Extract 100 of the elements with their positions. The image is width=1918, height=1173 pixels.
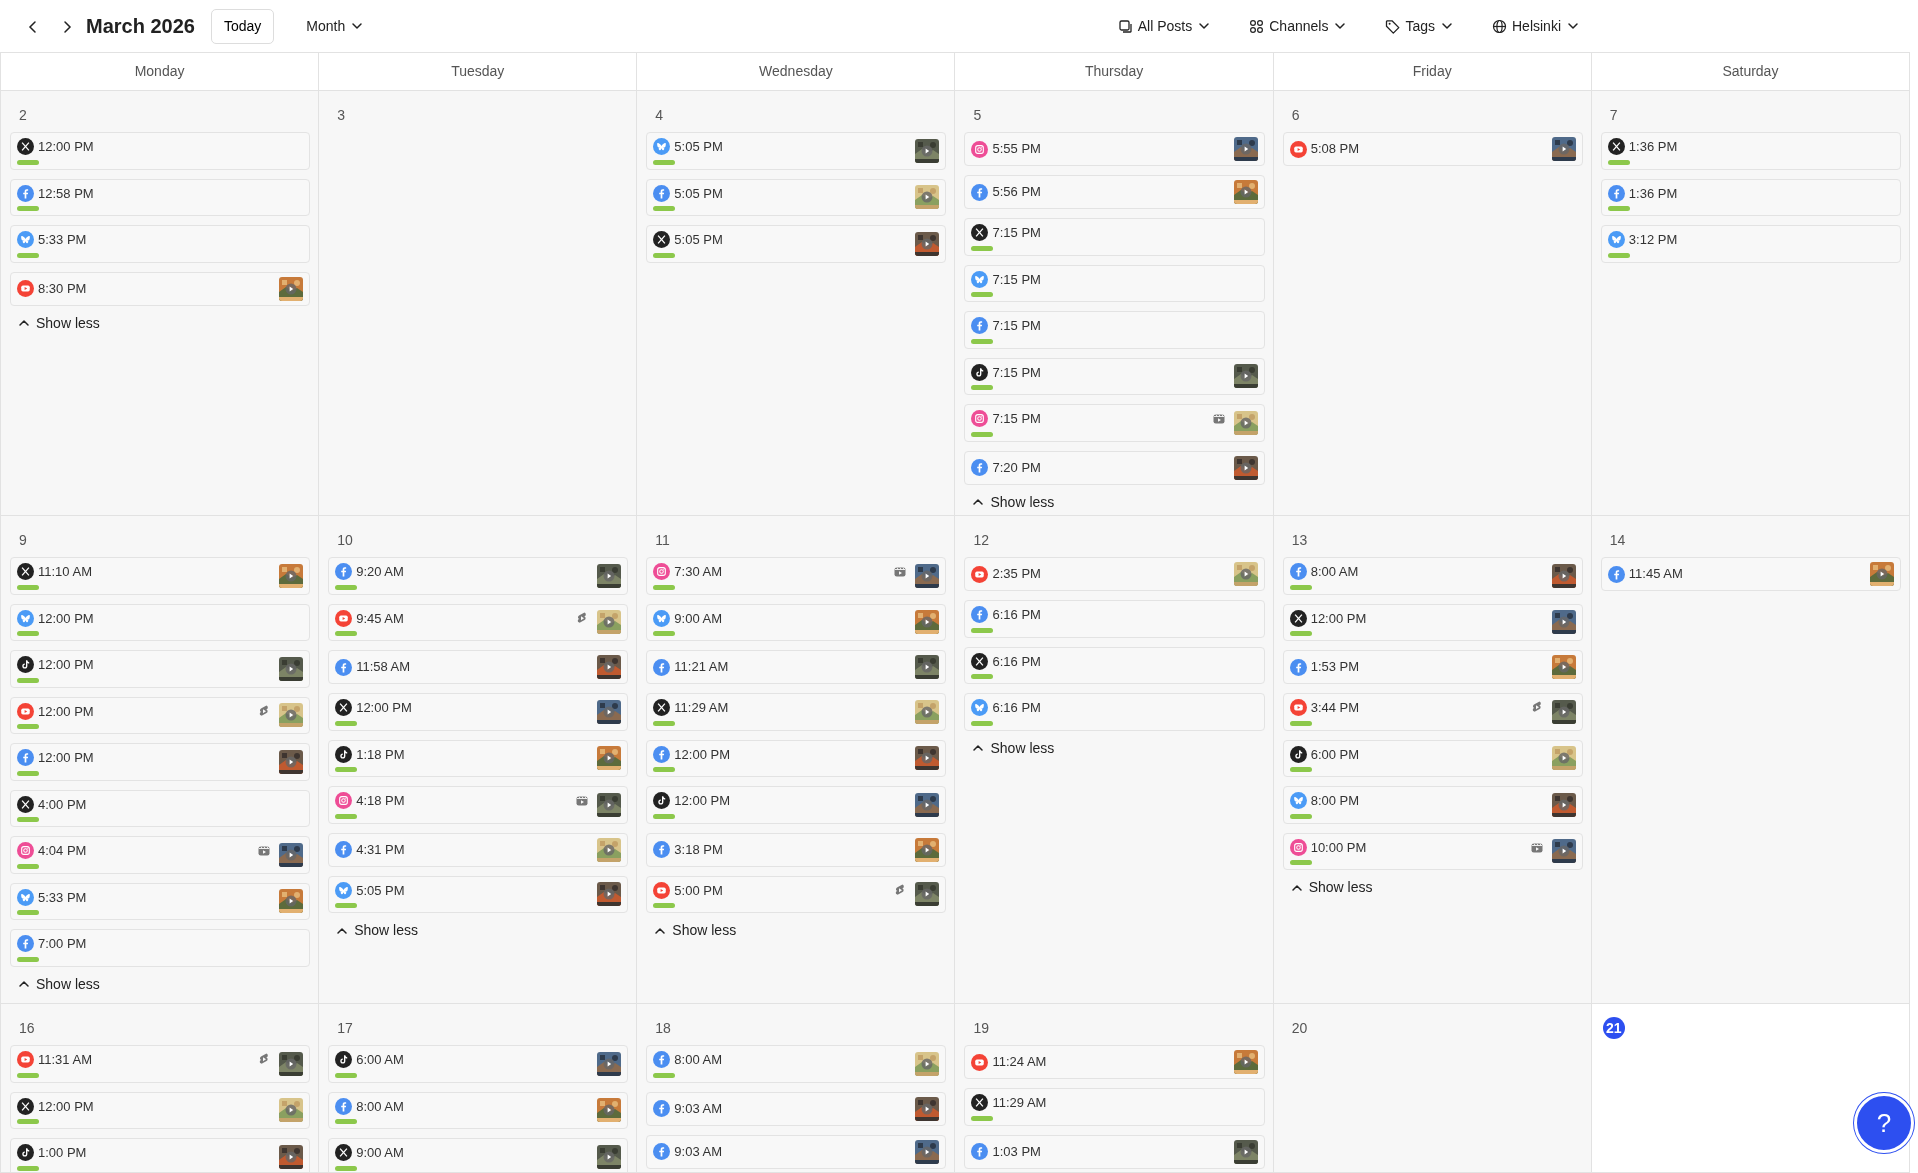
post-card[interactable]: 8:00 PM	[1282, 786, 1583, 824]
filter-dropdown[interactable]: Channels	[1241, 11, 1356, 41]
post-card[interactable]: 12:00 PM	[10, 696, 311, 734]
post-time: 5:33 PM	[38, 231, 87, 249]
post-card[interactable]: 6:16 PM	[964, 693, 1265, 731]
post-card[interactable]: 6:16 PM	[964, 646, 1265, 684]
post-time: 11:29 AM	[674, 699, 729, 717]
post-card[interactable]: 11:29 AM	[646, 693, 947, 731]
post-card[interactable]: 7:00 PM	[10, 929, 311, 967]
filter-dropdown[interactable]: All Posts	[1109, 11, 1220, 41]
post-time: 6:00 PM	[1310, 745, 1360, 764]
post-card[interactable]: 9:45 AM	[328, 603, 629, 641]
post-card[interactable]: 2:35 PM	[964, 557, 1265, 591]
post-card[interactable]: 1:36 PM	[1600, 178, 1901, 216]
post-card[interactable]: 8:30 PM	[10, 271, 311, 306]
post-card[interactable]: 5:05 PM	[328, 875, 629, 913]
post-card[interactable]: 1:18 PM	[328, 739, 629, 777]
post-card[interactable]: 1:00 PM	[10, 1138, 311, 1172]
youtube-logo-icon	[17, 280, 34, 297]
facebook-logo-icon	[335, 841, 353, 858]
post-card[interactable]: 12:00 PM	[10, 743, 311, 781]
weekday-header: Thursday	[955, 53, 1274, 91]
post-card[interactable]: 7:30 AM	[646, 557, 947, 595]
post-card[interactable]: 4:00 PM	[10, 789, 311, 827]
post-card[interactable]: 5:00 PM	[646, 875, 947, 913]
post-card[interactable]: 5:08 PM	[1282, 132, 1583, 166]
post-card[interactable]: 4:31 PM	[328, 832, 629, 867]
post-card[interactable]: 4:18 PM	[328, 786, 629, 824]
post-time: 12:00 PM	[38, 656, 94, 674]
post-time: 5:55 PM	[992, 140, 1041, 159]
post-card[interactable]: 11:29 AM	[964, 1088, 1265, 1126]
post-card[interactable]: 6:16 PM	[964, 600, 1265, 638]
post-card[interactable]: 12:00 PM	[10, 603, 311, 641]
post-card[interactable]: 6:00 AM	[328, 1045, 629, 1083]
post-card[interactable]: 9:20 AM	[328, 557, 629, 595]
post-card[interactable]: 5:33 PM	[10, 225, 311, 263]
post-card[interactable]: 8:00 AM	[1282, 557, 1583, 595]
show-less-button[interactable]: Show less	[646, 920, 737, 941]
show-less-button[interactable]: Show less	[964, 737, 1055, 759]
post-time: 5:00 PM	[674, 881, 723, 900]
post-time: 8:00 PM	[1310, 792, 1360, 810]
post-card[interactable]: 12:00 PM	[10, 1091, 311, 1129]
post-card[interactable]: 9:03 AM	[646, 1091, 947, 1126]
post-time: 8:30 PM	[38, 279, 87, 298]
post-card[interactable]: 5:55 PM	[964, 132, 1265, 166]
post-card[interactable]: 11:31 AM	[10, 1045, 311, 1083]
post-card[interactable]: 5:05 PM	[646, 178, 947, 216]
post-card[interactable]: 5:05 PM	[646, 225, 947, 263]
post-card[interactable]: 11:10 AM	[10, 557, 311, 595]
post-time: 1:36 PM	[1628, 138, 1678, 156]
post-card[interactable]: 9:03 AM	[646, 1134, 947, 1169]
post-card[interactable]: 12:00 PM	[10, 650, 311, 688]
post-card[interactable]: 11:45 AM	[1600, 557, 1901, 591]
show-less-button[interactable]: Show less	[964, 491, 1055, 513]
post-card[interactable]: 9:00 AM	[646, 603, 947, 641]
facebook-logo-icon	[653, 184, 671, 202]
filter-dropdown[interactable]: Tags	[1377, 11, 1462, 41]
post-card[interactable]: 3:18 PM	[646, 832, 947, 867]
facebook-logo-icon	[1607, 565, 1625, 583]
post-card[interactable]: 5:05 PM	[646, 132, 947, 170]
post-card[interactable]: 11:58 AM	[328, 650, 629, 684]
post-card[interactable]: 11:21 AM	[646, 650, 947, 684]
post-card[interactable]: 10:00 PM	[1282, 832, 1583, 870]
post-time: 1:36 PM	[1628, 184, 1678, 203]
post-card[interactable]: 7:15 PM	[964, 311, 1265, 349]
post-card[interactable]: 7:15 PM	[964, 404, 1265, 442]
post-card[interactable]: 1:03 PM	[964, 1134, 1265, 1169]
post-card[interactable]: 7:15 PM	[964, 264, 1265, 302]
post-time: 3:44 PM	[1310, 699, 1360, 717]
post-card[interactable]: 12:00 PM	[328, 693, 629, 731]
post-card[interactable]: 1:36 PM	[1600, 132, 1901, 170]
weekday-header: Saturday	[1591, 53, 1910, 91]
post-card[interactable]: 8:00 AM	[328, 1091, 629, 1129]
view-dropdown[interactable]: Month	[298, 11, 373, 41]
post-card[interactable]: 4:04 PM	[10, 836, 311, 874]
post-time: 3:12 PM	[1628, 231, 1678, 249]
post-card[interactable]: 7:15 PM	[964, 357, 1265, 395]
post-card[interactable]: 3:12 PM	[1600, 225, 1901, 263]
post-card[interactable]: 5:33 PM	[10, 882, 311, 920]
today-button[interactable]: Today	[210, 8, 275, 44]
post-card[interactable]: 12:58 PM	[10, 178, 311, 216]
show-less-button[interactable]: Show less	[1282, 877, 1373, 898]
post-card[interactable]: 8:00 AM	[646, 1045, 947, 1083]
post-card[interactable]: 5:56 PM	[964, 175, 1265, 209]
post-card[interactable]: 7:20 PM	[964, 450, 1265, 485]
post-card[interactable]: 1:53 PM	[1282, 650, 1583, 684]
show-less-button[interactable]: Show less	[10, 973, 100, 995]
post-card[interactable]: 12:00 PM	[646, 739, 947, 777]
post-card[interactable]: 6:00 PM	[1282, 739, 1583, 777]
post-card[interactable]: 3:44 PM	[1282, 693, 1583, 731]
post-time: 5:05 PM	[356, 881, 405, 900]
post-card[interactable]: 7:15 PM	[964, 218, 1265, 256]
show-less-button[interactable]: Show less	[328, 920, 418, 941]
filter-dropdown[interactable]: Helsinki	[1484, 11, 1588, 41]
post-card[interactable]: 9:00 AM	[328, 1138, 629, 1172]
show-less-button[interactable]: Show less	[10, 312, 100, 334]
post-card[interactable]: 12:00 PM	[646, 786, 947, 824]
post-card[interactable]: 12:00 PM	[1282, 603, 1583, 641]
post-card[interactable]: 11:24 AM	[964, 1045, 1265, 1079]
post-card[interactable]: 12:00 PM	[10, 132, 311, 170]
